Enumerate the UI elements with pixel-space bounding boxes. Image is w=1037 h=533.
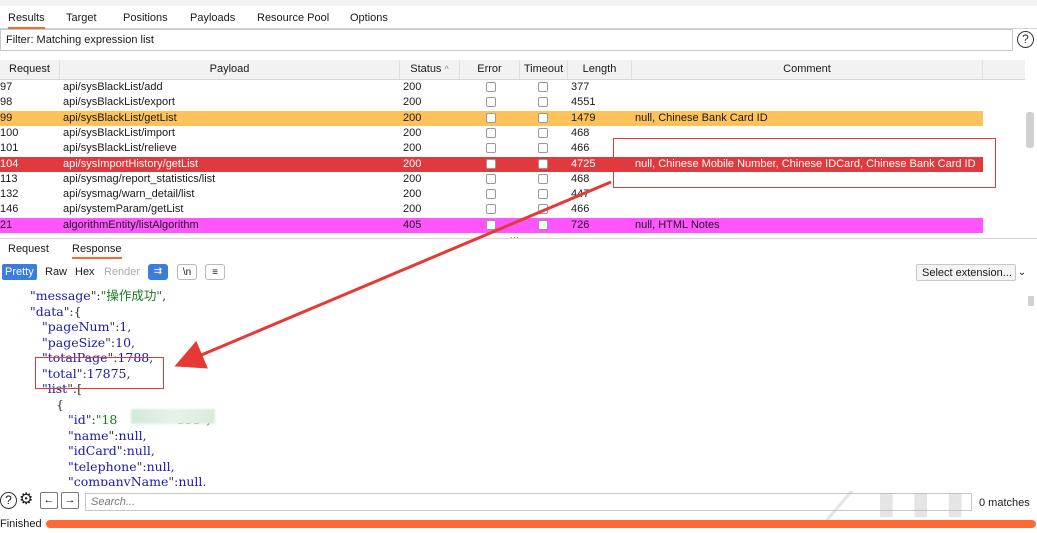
annotation-arrow [174, 180, 612, 369]
